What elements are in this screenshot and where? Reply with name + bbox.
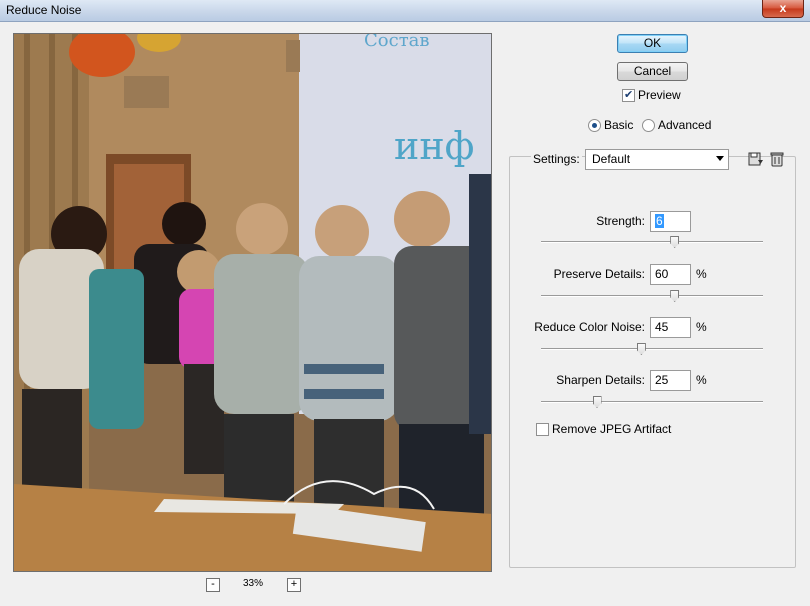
trash-icon[interactable] [769,151,785,167]
preview-image[interactable]: Состав инф [13,33,492,572]
reduce-color-noise-slider-thumb[interactable] [636,343,646,355]
basic-radio[interactable] [588,119,601,132]
reduce-color-noise-slider[interactable] [541,343,763,355]
zoom-level: 33% [242,578,263,589]
preview-photo: Состав инф [14,34,491,571]
sharpen-details-slider-thumb[interactable] [592,396,602,408]
strength-label: Strength: [596,214,645,228]
advanced-radio[interactable] [642,119,655,132]
sharpen-details-slider[interactable] [541,396,763,408]
sharpen-details-label: Sharpen Details: [556,373,645,387]
ok-button[interactable]: OK [617,34,688,53]
strength-input[interactable]: 6 [650,211,691,232]
reduce-color-noise-input[interactable]: 45 [650,317,691,338]
sharpen-details-unit: % [696,373,707,387]
zoom-bar: - 33% + [0,578,505,592]
settings-label: Settings: [531,152,582,166]
reduce-color-noise-unit: % [696,320,707,334]
reduce-color-noise-label: Reduce Color Noise: [534,320,645,334]
settings-dropdown[interactable]: Default [585,149,729,170]
sharpen-details-input[interactable]: 25 [650,370,691,391]
preserve-details-label: Preserve Details: [553,267,645,281]
settings-value: Default [592,152,631,166]
basic-label: Basic [604,118,634,132]
preserve-details-slider-thumb[interactable] [670,290,680,302]
reduce-color-noise-slider-track [541,348,763,350]
screen-text-small: Состав [364,34,430,51]
sharpen-details-value: 25 [655,373,669,387]
window-title: Reduce Noise [6,3,82,17]
remove-jpeg-artifact-checkbox[interactable] [536,423,549,436]
zoom-out-button[interactable]: - [206,578,220,592]
reduce-color-noise-value: 45 [655,320,669,334]
strength-slider[interactable] [541,236,763,248]
preview-checkbox[interactable] [622,88,635,102]
strength-slider-track [541,241,763,243]
advanced-label: Advanced [658,118,712,132]
zoom-in-button[interactable]: + [287,578,301,592]
preserve-details-value: 60 [655,267,669,281]
strength-slider-thumb[interactable] [670,236,680,248]
strength-value: 6 [655,214,664,228]
preserve-details-input[interactable]: 60 [650,264,691,285]
preview-label: Preview [638,88,681,102]
preserve-details-unit: % [696,267,707,281]
chevron-down-icon [716,156,724,161]
title-bar: Reduce Noise x [0,0,810,22]
cancel-button[interactable]: Cancel [617,62,688,81]
preserve-details-slider[interactable] [541,290,763,302]
screen-text: инф [394,124,474,168]
save-settings-icon[interactable] [748,151,764,167]
sharpen-details-slider-track [541,401,763,403]
remove-jpeg-artifact-label: Remove JPEG Artifact [552,422,672,436]
preserve-details-slider-track [541,295,763,297]
close-button[interactable]: x [762,0,804,18]
